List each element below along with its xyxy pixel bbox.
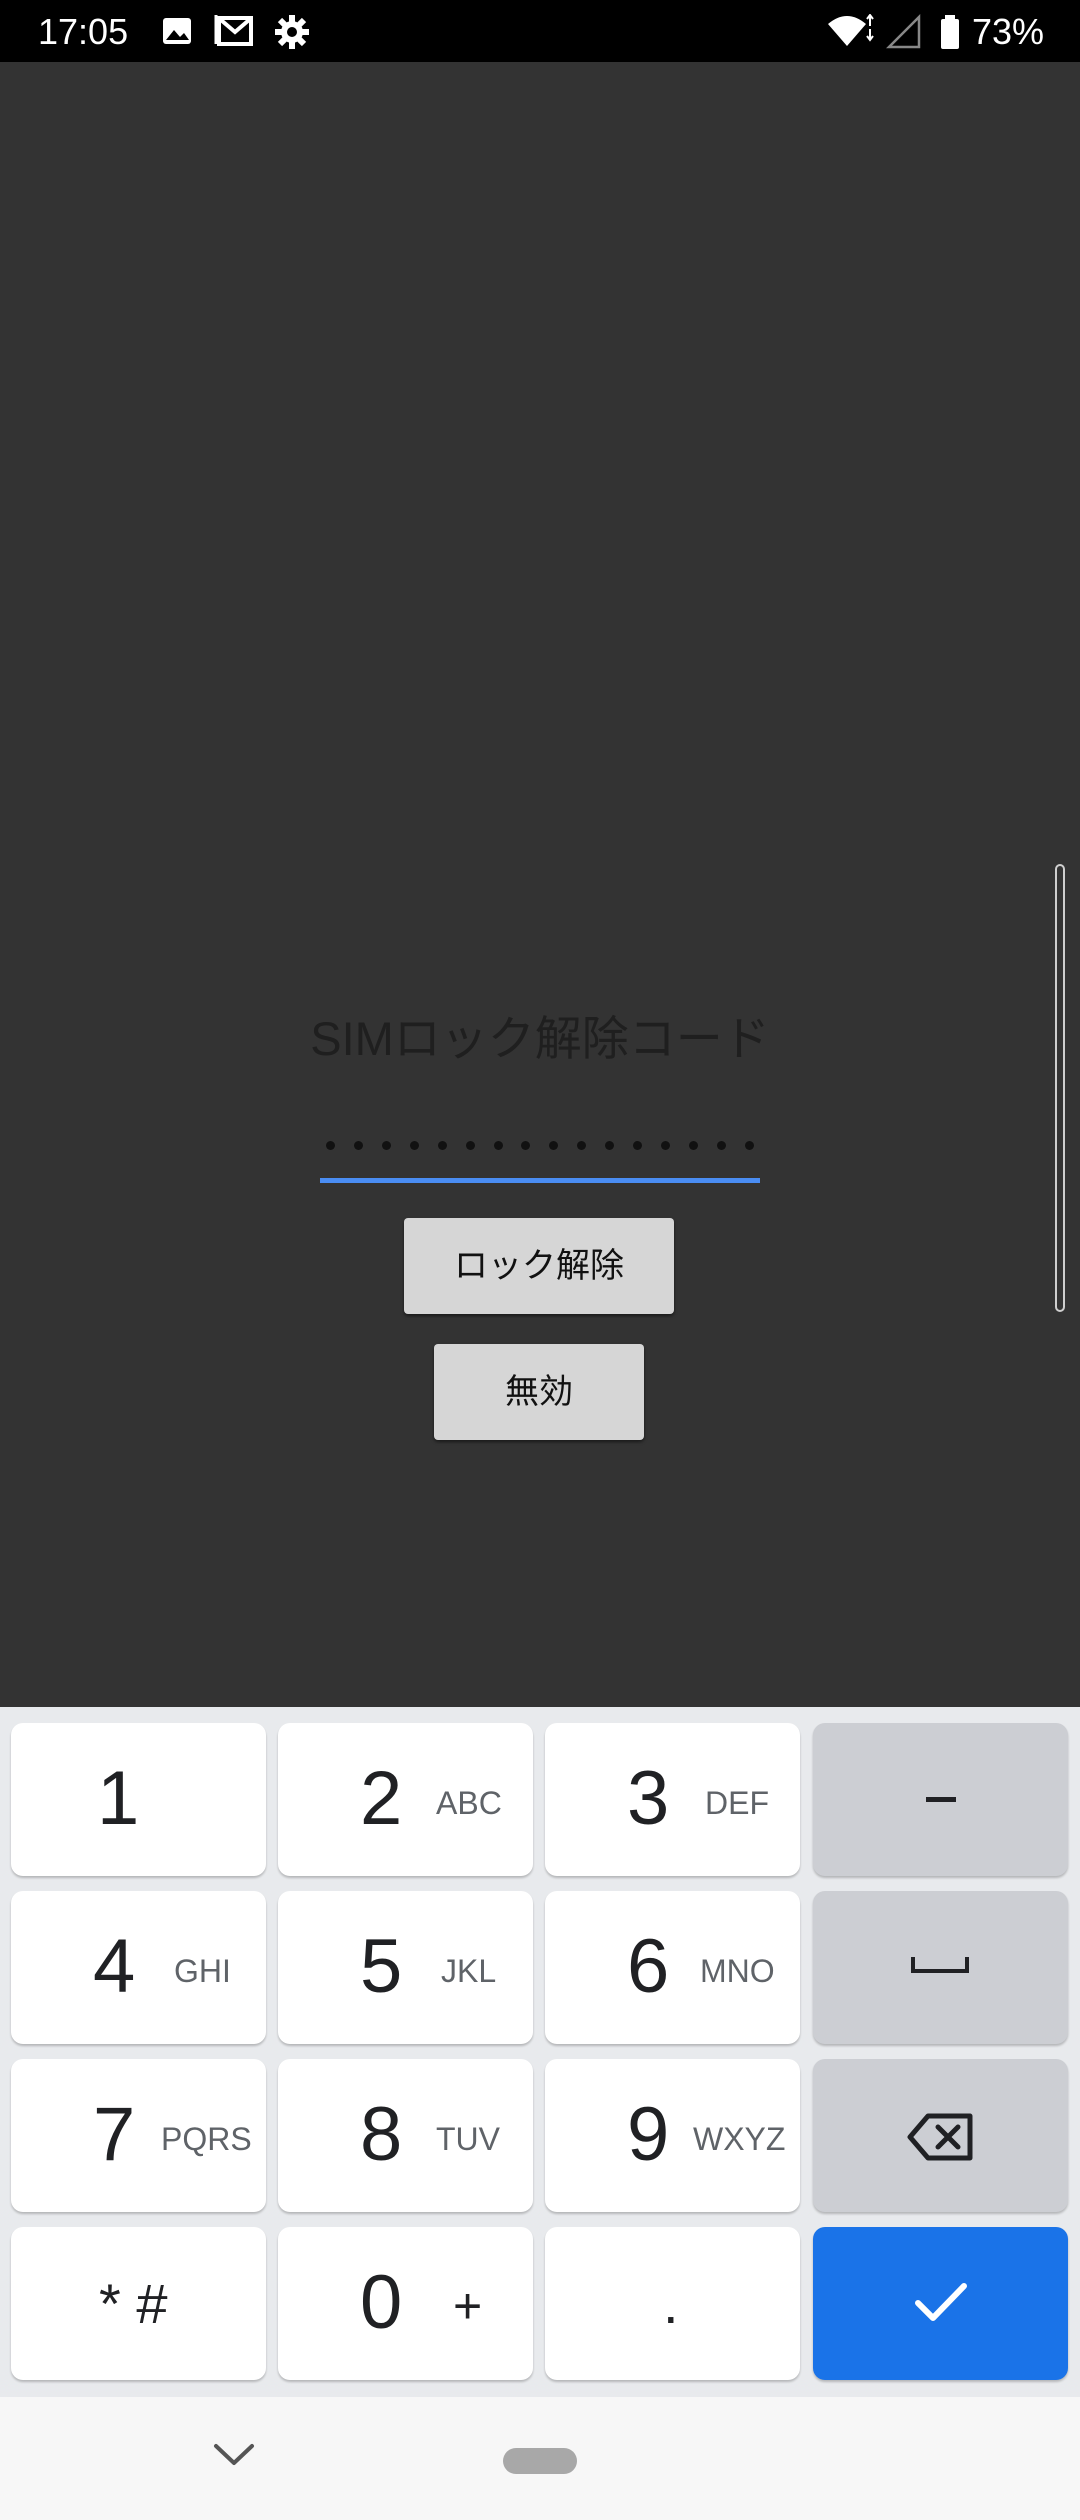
backspace-icon [906, 2112, 976, 2166]
space-icon [911, 1957, 969, 1973]
key-period[interactable]: . [545, 2227, 800, 2380]
settings-gear-icon [274, 14, 310, 49]
pin-dot [465, 1140, 475, 1150]
key-digit: 8 [360, 2092, 403, 2177]
key-8[interactable]: 8 TUV [278, 2059, 533, 2212]
key-digit: 5 [360, 1924, 403, 2009]
key-star-hash[interactable]: * # [11, 2227, 266, 2380]
key-digit: 1 [97, 1756, 140, 1841]
pin-dot [493, 1140, 503, 1150]
unlock-button[interactable]: ロック解除 [404, 1218, 674, 1314]
pin-dot [661, 1140, 671, 1150]
minus-icon [926, 1797, 956, 1802]
key-2[interactable]: 2 ABC [278, 1723, 533, 1876]
home-pill-icon[interactable] [503, 2448, 577, 2474]
status-time: 17:05 [38, 11, 129, 52]
battery-icon [938, 14, 964, 49]
key-minus[interactable] [813, 1723, 1068, 1876]
image-icon [160, 14, 196, 48]
key-digit: 7 [93, 2092, 136, 2177]
pin-dot [326, 1140, 335, 1150]
key-letters: + [453, 2278, 483, 2334]
battery-percent: 73% [971, 11, 1044, 52]
pin-dot [521, 1140, 531, 1150]
pin-dot [688, 1140, 698, 1150]
key-enter[interactable] [813, 2227, 1068, 2380]
key-digit: 4 [93, 1924, 136, 2009]
pin-input-field[interactable] [320, 1120, 760, 1184]
pin-dots [320, 1120, 760, 1170]
pin-dot [437, 1140, 447, 1150]
key-digit: 2 [360, 1756, 403, 1841]
pin-prompt-title: SIMロック解除コード [310, 1012, 770, 1065]
enter-check-icon [913, 2279, 969, 2329]
key-digit: . [663, 2272, 679, 2335]
pin-dot [353, 1140, 363, 1150]
pin-dot [381, 1140, 391, 1150]
key-0[interactable]: 0 + [278, 2227, 533, 2380]
key-letters: WXYZ [693, 2121, 786, 2157]
navigation-bar [0, 2397, 1080, 2520]
numeric-keyboard: 1 2 ABC 3 DEF 4 GHI 5 JKL 6 MNO 7 PQRS 8… [0, 1707, 1080, 2397]
key-space[interactable] [813, 1891, 1068, 2044]
gmail-icon [214, 14, 253, 48]
scrollbar[interactable] [1055, 864, 1065, 1312]
key-digit: 0 [360, 2260, 403, 2345]
wifi-icon [826, 13, 876, 48]
key-digit: * # [99, 2272, 168, 2335]
key-letters: JKL [441, 1953, 497, 1989]
key-letters: MNO [700, 1953, 775, 1989]
pin-dot [716, 1140, 726, 1150]
key-3[interactable]: 3 DEF [545, 1723, 800, 1876]
disable-button[interactable]: 無効 [434, 1344, 644, 1440]
pin-dot [577, 1140, 587, 1150]
key-letters: TUV [436, 2121, 500, 2157]
key-6[interactable]: 6 MNO [545, 1891, 800, 2044]
key-4[interactable]: 4 GHI [11, 1891, 266, 2044]
key-digit: 6 [627, 1924, 670, 2009]
collapse-keyboard-icon[interactable] [212, 2441, 256, 2473]
key-digit: 9 [627, 2092, 670, 2177]
key-9[interactable]: 9 WXYZ [545, 2059, 800, 2212]
pin-dot [605, 1140, 615, 1150]
key-letters: DEF [705, 1785, 769, 1821]
lock-area [0, 62, 1080, 1707]
pin-dot [744, 1140, 754, 1150]
pin-dot [409, 1140, 419, 1150]
key-digit: 3 [627, 1756, 670, 1841]
key-5[interactable]: 5 JKL [278, 1891, 533, 2044]
key-7[interactable]: 7 PQRS [11, 2059, 266, 2212]
pin-dot [633, 1140, 643, 1150]
pin-input-underline [320, 1178, 760, 1183]
key-letters: GHI [174, 1953, 231, 1989]
status-bar: 17:05 73% [0, 0, 1080, 62]
key-backspace[interactable] [813, 2059, 1068, 2212]
key-letters: PQRS [161, 2121, 252, 2157]
key-letters: ABC [436, 1785, 502, 1821]
signal-icon [885, 13, 922, 49]
sim-unlock-screen: 17:05 73% SIMロック解除コード ロック解除 無効 1 2 ABC 3… [0, 0, 1080, 2520]
pin-dot [549, 1140, 559, 1150]
key-1[interactable]: 1 [11, 1723, 266, 1876]
